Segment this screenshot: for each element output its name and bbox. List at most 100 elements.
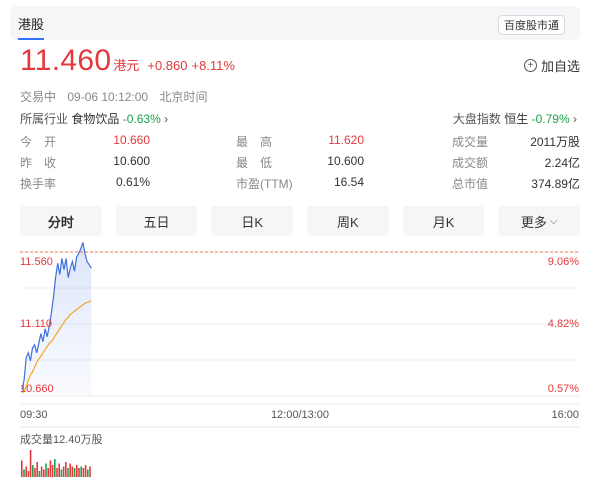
volume-label: 成交量12.40万股 [20,434,103,446]
volume-bar [84,465,87,477]
volume-bar [89,466,91,477]
stat-value: 10.600 [113,154,150,168]
time-tick-close: 16:00 [551,409,579,421]
more-label: 更多 [520,214,547,230]
volume-bar [23,469,25,477]
price-axis-mid: 11.110 [20,318,52,330]
price-change-pct: +8.11% [191,58,235,73]
baidu-gushitong-badge[interactable]: 百度股市通 [498,15,565,35]
volume-bar [40,466,43,477]
stats-row: 昨 收 10.600 最 低 10.600 成交额 2.24亿 [20,154,580,175]
stats-row: 今 开 10.660 最 高 11.620 成交量 2011万股 [20,133,580,154]
volume-bar [82,468,85,477]
volume-bar [58,463,60,477]
volume-bar [65,462,67,477]
volume-bar [62,466,65,477]
price-change: +0.860 [147,58,188,73]
volume-bar [76,465,78,477]
stat-value: 10.600 [327,154,364,168]
stat-label: 昨 收 [20,156,57,170]
volume-bar [73,468,76,477]
chart-grid [20,251,580,428]
tab-five-day[interactable]: 五日 [115,206,198,236]
stat-label: 总市值 [452,177,489,191]
volume-bar [60,469,63,477]
chevron-down-icon: ⌵ [549,215,558,227]
tab-intraday[interactable]: 分时 [20,206,102,236]
add-watchlist-button[interactable]: + 加自选 [523,56,580,75]
volume-bar [27,471,30,477]
time-tick-open: 09:30 [20,409,48,421]
volume-bar [43,469,45,477]
industry-change: -0.63% [122,112,161,126]
price-unit: 港元 [113,58,140,73]
tab-more[interactable]: 更多 ⌵ [498,206,581,236]
volume-bar [36,462,38,477]
stat-value: 2011万股 [530,135,580,149]
quote-datetime: 09-06 10:12:00 [67,90,149,104]
quote-timezone: 北京时间 [159,90,208,104]
stat-label: 换手率 [20,177,57,191]
volume-bar [25,466,27,477]
stat-value: 16.54 [333,175,364,189]
stat-label: 最 高 [236,135,273,149]
pct-axis-mid: 4.82% [548,318,579,330]
chevron-right-icon: › [573,112,577,126]
tab-daily-k[interactable]: 日K [211,206,294,236]
volume-bar [38,471,41,477]
pct-axis-top: 9.06% [548,256,579,268]
industry-info[interactable]: 所属行业 食物饮品 -0.63% › [20,110,168,127]
volume-bar [67,468,69,477]
stat-value: 0.61% [115,175,150,189]
chart-period-tabs: 分时 五日 日K 周K 月K 更多 ⌵ [20,206,581,236]
volume-bar [21,460,23,477]
volume-bar [87,469,89,477]
volume-bar [45,463,47,477]
volume-bar [69,463,71,477]
industry-label: 所属行业 [20,112,69,126]
tab-hk-stocks[interactable]: 港股 [18,14,45,40]
volume-bar [34,468,36,477]
current-price: 11.460 [20,44,112,77]
volume-bars [21,450,91,477]
price-row: 11.460 港元 +0.860 +8.11% [20,44,235,80]
volume-bar [51,465,54,477]
add-watchlist-label: 加自选 [540,59,580,74]
price-axis-bottom: 10.660 [20,383,54,395]
stat-label: 成交量 [452,135,489,149]
trading-state: 交易中 [20,90,57,104]
index-name: 恒生 [504,112,529,126]
chevron-right-icon: › [164,112,169,126]
stat-label: 最 低 [236,156,273,170]
tab-weekly-k[interactable]: 周K [307,206,389,236]
stats-row: 换手率 0.61% 市盈(TTM) 16.54 总市值 374.89亿 [20,175,580,196]
quote-stats-grid: 今 开 10.660 最 高 11.620 成交量 2011万股 昨 收 10.… [20,133,580,196]
price-axis-top: 11.560 [20,256,53,268]
stat-value: 11.620 [328,133,364,147]
volume-bar [71,466,74,477]
volume-bar [56,468,58,477]
stat-value: 2.24亿 [544,156,580,170]
volume-bar [54,459,56,477]
trading-status: 交易中 09-06 10:12:00 北京时间 [20,88,215,105]
market-tab-bar [10,6,580,40]
stat-value: 374.89亿 [531,177,580,191]
stat-value: 10.660 [113,133,150,147]
volume-bar [78,468,80,477]
index-label: 大盘指数 [452,112,501,126]
intraday-chart: 11.560 11.110 10.660 9.06% 4.82% 0.57% 0… [20,242,580,477]
volume-bar [29,450,32,477]
market-index-info[interactable]: 大盘指数 恒生 -0.79% › [453,110,577,127]
industry-name: 食物饮品 [71,112,120,126]
stat-label: 成交额 [452,156,489,170]
volume-bar [32,465,34,477]
time-tick-midday: 12:00/13:00 [271,409,329,421]
volume-bar [47,468,49,477]
tab-monthly-k[interactable]: 月K [402,206,485,236]
volume-bar [80,466,82,477]
pct-axis-bottom: 0.57% [548,383,579,395]
volume-bar [49,460,52,477]
index-change: -0.79% [531,112,570,126]
stat-label: 今 开 [20,135,57,149]
plus-circle-icon: + [523,59,537,72]
